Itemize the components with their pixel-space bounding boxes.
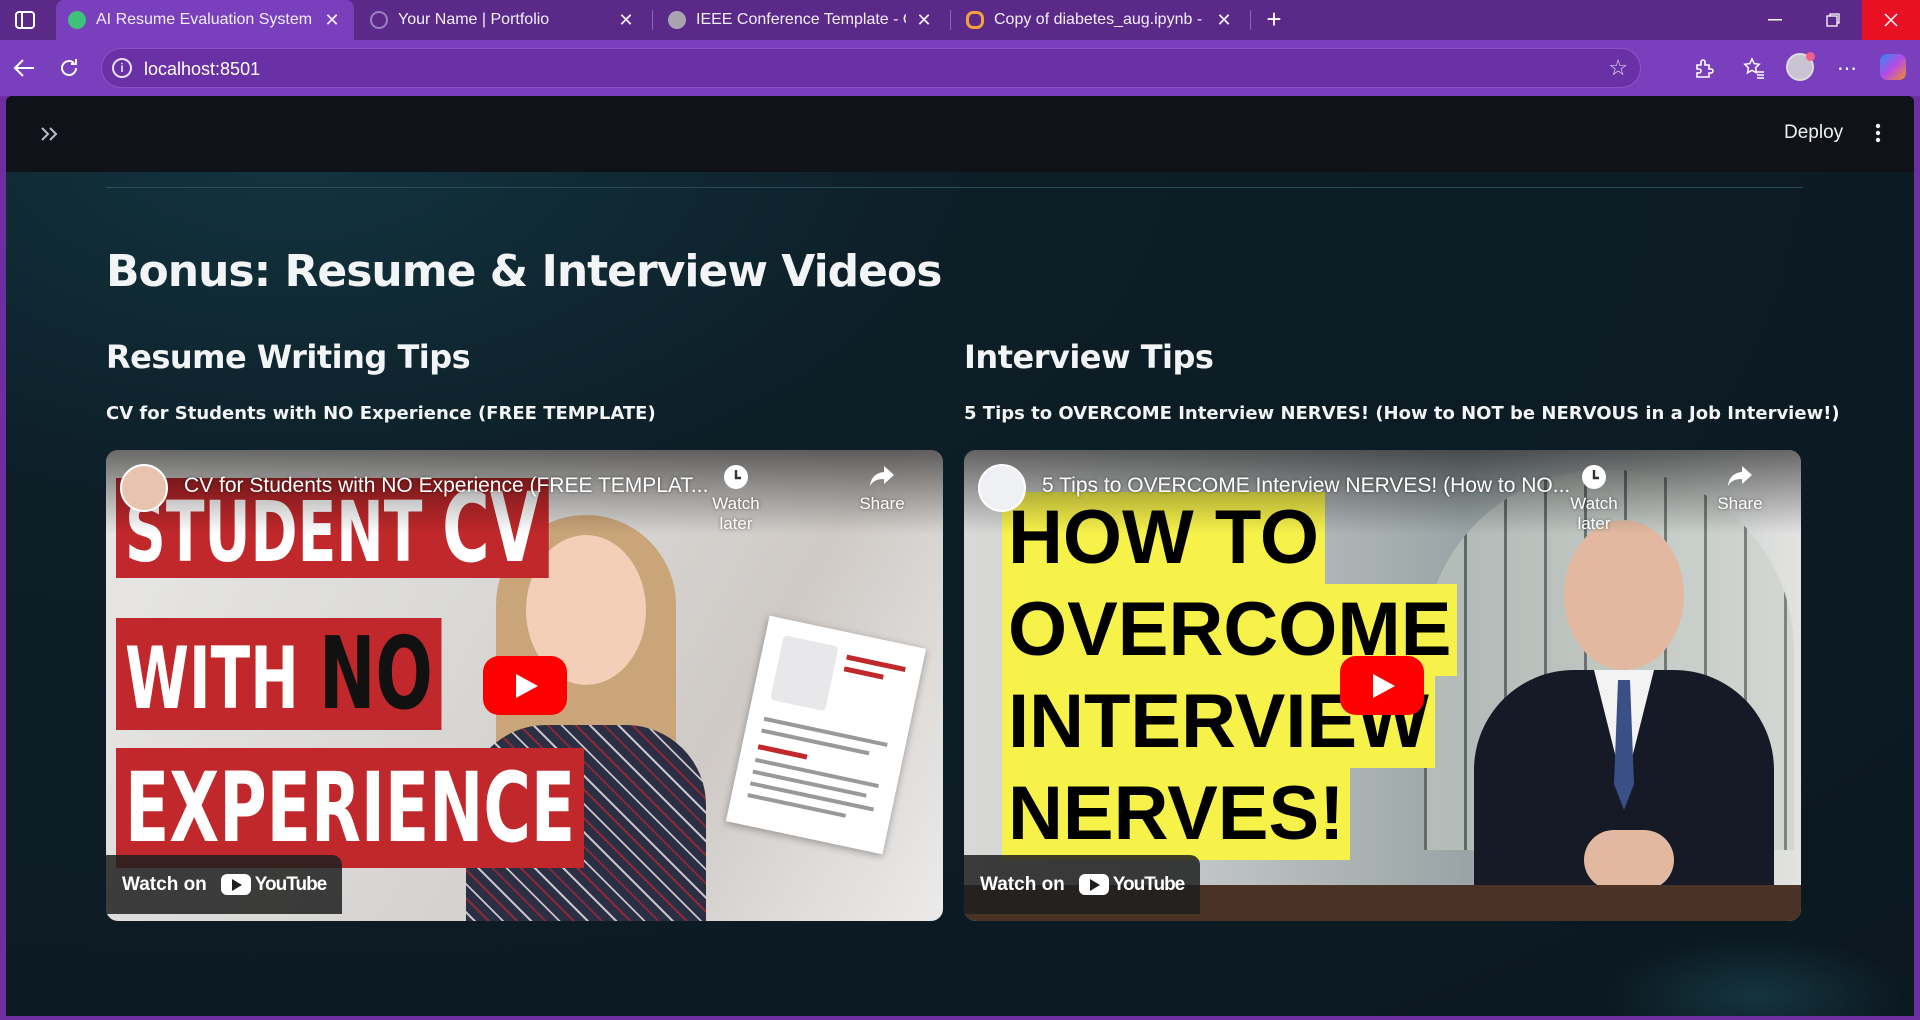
tab-label: IEEE Conference Template - Online <box>696 11 906 28</box>
share-arrow-icon <box>1700 464 1780 494</box>
more-options-icon[interactable]: ⋯ <box>1833 54 1861 82</box>
copilot-icon[interactable] <box>1880 54 1906 80</box>
resume-tips-heading: Resume Writing Tips <box>106 338 471 376</box>
share-arrow-icon <box>842 464 922 494</box>
tab-colab[interactable]: Copy of diabetes_aug.ipynb - Col ✕ <box>954 0 1246 40</box>
channel-avatar[interactable] <box>120 464 168 512</box>
overleaf-icon <box>668 11 686 29</box>
share-label: Share <box>859 494 905 513</box>
deploy-button[interactable]: Deploy <box>1776 118 1851 148</box>
thumbnail-text-experience: EXPERIENCE <box>116 748 585 868</box>
section-divider <box>106 187 1803 188</box>
tab-separator <box>652 10 653 30</box>
close-tab-icon[interactable]: ✕ <box>914 10 934 31</box>
browser-tab-bar: AI Resume Evaluation System ✕ Your Name … <box>0 0 1920 40</box>
thumbnail-text-with-no: WITH NO <box>116 618 442 730</box>
watch-on-youtube-button[interactable]: Watch on YouTube <box>964 855 1201 914</box>
sidebar-toggle-icon[interactable] <box>12 9 38 31</box>
background-glow <box>1606 936 1906 1016</box>
play-button-icon[interactable] <box>1340 656 1424 715</box>
favorite-star-icon[interactable]: ☆ <box>1608 55 1628 81</box>
app-header: Deploy <box>6 96 1914 172</box>
section-title: Bonus: Resume & Interview Videos <box>106 246 942 297</box>
browser-toolbar: i localhost:8501 ☆ ⋯ <box>0 40 1920 96</box>
interview-video-title: 5 Tips to OVERCOME Interview NERVES! (Ho… <box>964 403 1840 424</box>
play-button-icon[interactable] <box>483 656 567 715</box>
watch-later-label: Watch later <box>1570 494 1618 533</box>
address-bar[interactable]: i localhost:8501 ☆ <box>101 48 1641 88</box>
favorites-icon[interactable] <box>1740 54 1768 82</box>
restore-icon[interactable] <box>1806 0 1860 40</box>
tab-separator <box>950 10 951 30</box>
share-label: Share <box>1717 494 1763 513</box>
share-button[interactable]: Share <box>842 464 922 514</box>
youtube-player-interview[interactable]: HOW TO OVERCOME INTERVIEW NERVES! 5 Tips… <box>964 450 1801 921</box>
channel-avatar[interactable] <box>978 464 1026 512</box>
expand-sidebar-icon[interactable] <box>34 118 66 150</box>
watch-on-label: Watch on <box>980 873 1065 895</box>
streamlit-app: Deploy Bonus: Resume & Interview Videos … <box>6 96 1914 1016</box>
streamlit-favicon-icon <box>68 11 86 29</box>
new-tab-button[interactable]: + <box>1260 6 1288 34</box>
watch-later-button[interactable]: Watch later <box>1554 464 1634 534</box>
watch-on-label: Watch on <box>122 873 207 895</box>
tab-ai-resume[interactable]: AI Resume Evaluation System ✕ <box>56 0 354 40</box>
notification-dot <box>1806 52 1815 61</box>
tab-label: AI Resume Evaluation System <box>96 11 313 28</box>
resume-video-title: CV for Students with NO Experience (FREE… <box>106 403 656 424</box>
close-tab-icon[interactable]: ✕ <box>1214 10 1234 31</box>
interview-tips-heading: Interview Tips <box>964 338 1214 376</box>
back-icon[interactable] <box>10 54 38 82</box>
tab-portfolio[interactable]: Your Name | Portfolio ✕ <box>358 0 648 40</box>
player-video-title[interactable]: 5 Tips to OVERCOME Interview NERVES! (Ho… <box>1042 474 1570 498</box>
colab-icon <box>966 11 984 29</box>
clock-icon <box>696 464 776 494</box>
url-text[interactable]: localhost:8501 <box>144 59 260 80</box>
youtube-logo-icon: YouTube <box>220 874 327 896</box>
thumbnail-resume-paper <box>725 615 927 855</box>
player-video-title[interactable]: CV for Students with NO Experience (FREE… <box>184 474 708 498</box>
reload-icon[interactable] <box>55 54 83 82</box>
close-tab-icon[interactable]: ✕ <box>616 10 636 31</box>
globe-icon <box>370 11 388 29</box>
close-tab-icon[interactable]: ✕ <box>322 10 342 31</box>
site-info-icon[interactable]: i <box>112 58 132 78</box>
main-menu-icon[interactable] <box>1866 116 1890 150</box>
youtube-logo-icon: YouTube <box>1078 874 1185 896</box>
watch-on-youtube-button[interactable]: Watch on YouTube <box>106 855 343 914</box>
tab-separator <box>1250 10 1251 30</box>
minimize-icon[interactable] <box>1748 0 1802 40</box>
tab-label: Your Name | Portfolio <box>398 11 550 28</box>
tab-ieee[interactable]: IEEE Conference Template - Online ✕ <box>656 0 946 40</box>
extensions-icon[interactable] <box>1690 54 1718 82</box>
close-window-icon[interactable] <box>1862 0 1920 40</box>
watch-later-button[interactable]: Watch later <box>696 464 776 534</box>
video-thumbnail-presenter <box>1474 520 1774 921</box>
watch-later-label: Watch later <box>712 494 760 533</box>
tab-label: Copy of diabetes_aug.ipynb - Col <box>994 11 1206 28</box>
youtube-player-resume[interactable]: STUDENT CV WITH NO EXPERIENCE CV for Stu… <box>106 450 943 921</box>
share-button[interactable]: Share <box>1700 464 1780 514</box>
clock-icon <box>1554 464 1634 494</box>
thumbnail-text-line-4: NERVES! <box>1002 768 1351 860</box>
